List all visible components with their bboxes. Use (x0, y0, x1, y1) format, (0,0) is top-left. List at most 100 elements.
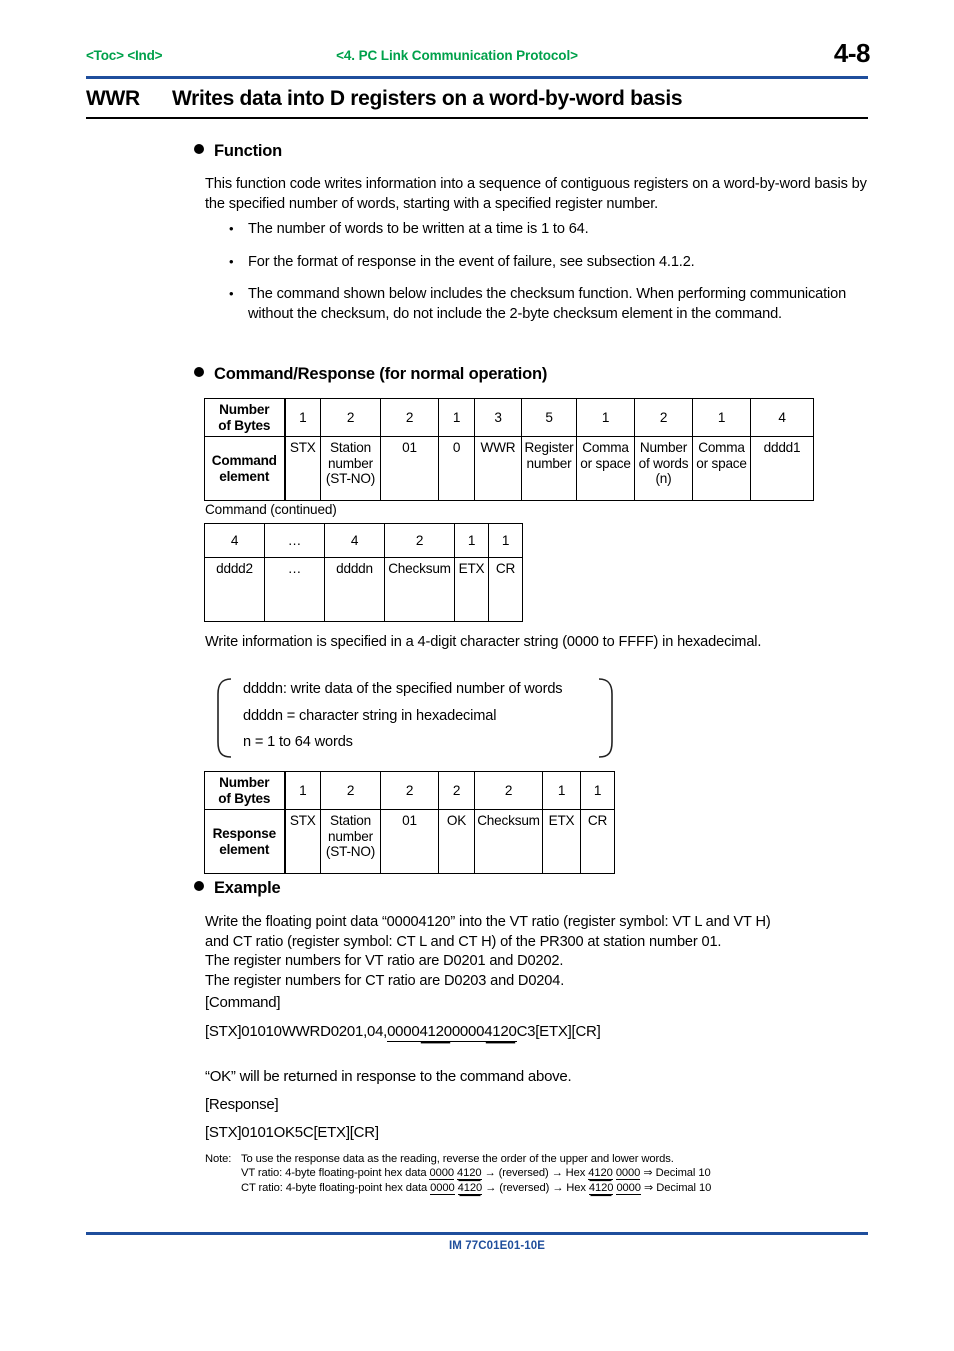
element-cell: Station number (ST-NO) (320, 436, 381, 501)
table-row: dddd2 … ddddn Checksum ETX CR (204, 557, 523, 622)
bytes-cell: … (264, 523, 325, 558)
page-number: 4-8 (833, 38, 871, 68)
footer-rule (86, 1232, 868, 1235)
row-label-response-element: Response element (204, 809, 286, 874)
element-cell: STX (284, 436, 321, 501)
element-cell: Checksum (384, 557, 455, 622)
brace-line: n = 1 to 64 words (243, 734, 353, 750)
bytes-cell: 2 (384, 523, 455, 558)
command-response-heading: Command/Response (for normal operation) (194, 365, 547, 384)
list-item: For the format of response in the event … (226, 252, 871, 273)
element-cell: dddd1 (750, 436, 814, 501)
element-cell: Checksum (474, 809, 543, 874)
example-line: Write the floating point data “00004120”… (205, 914, 771, 930)
ct-hex-lower: 0000 (430, 1181, 455, 1195)
list-item: The command shown below includes the che… (226, 284, 871, 324)
note-block: Note: To use the response data as the re… (205, 1152, 905, 1195)
document-page: <Toc> <Ind> <4. PC Link Communication Pr… (0, 0, 954, 1351)
element-cell: … (264, 557, 325, 622)
chapter-title: <4. PC Link Communication Protocol> (336, 48, 578, 63)
function-heading: Function (194, 142, 282, 161)
bullet-dot-icon (194, 881, 204, 891)
command-continued-caption: Command (continued) (205, 502, 337, 517)
note-ct-line: CT ratio: 4-byte floating-point hex data… (241, 1181, 905, 1195)
section-heading: WWR Writes data into D registers on a wor… (86, 87, 868, 111)
bytes-cell: 4 (204, 523, 265, 558)
bytes-cell: 1 (284, 771, 321, 810)
bytes-cell: 1 (488, 523, 523, 558)
bytes-cell: 4 (324, 523, 385, 558)
element-cell: Number of words (n) (634, 436, 693, 501)
header-rule (86, 76, 868, 79)
element-cell: Station number (ST-NO) (320, 809, 381, 874)
element-cell: CR (488, 557, 523, 622)
vt-prefix: VT ratio: 4-byte floating-point hex data (241, 1167, 430, 1180)
example-line: and CT ratio (register symbol: CT L and … (205, 933, 722, 950)
note-text: To use the response data as the reading,… (241, 1153, 674, 1165)
row-label-number-of-bytes: Number of Bytes (204, 771, 286, 810)
vt-suffix: ⇒ Decimal 10 (640, 1167, 711, 1180)
bytes-cell: 2 (320, 771, 381, 810)
vt-hex-upper: 4120 (457, 1167, 482, 1181)
table-row: Number of Bytes 1 2 2 1 3 5 1 2 1 4 (204, 398, 814, 437)
element-cell: 0 (438, 436, 475, 501)
bytes-cell: 2 (634, 398, 693, 437)
ct-hex-upper-reversed: 4120 (588, 1181, 614, 1195)
ct-mid: → (reversed) → Hex (482, 1181, 589, 1194)
element-cell: OK (438, 809, 475, 874)
ct-prefix: CT ratio: 4-byte floating-point hex data (241, 1181, 431, 1194)
command-suffix: C3[ETX][CR] (516, 1023, 601, 1040)
note-vt-line: VT ratio: 4-byte floating-point hex data… (241, 1166, 905, 1181)
bytes-cell: 2 (474, 771, 543, 810)
example-line: The register numbers for VT ratio are D0… (205, 953, 564, 970)
element-cell: ETX (542, 809, 581, 874)
element-cell: Comma or space (576, 436, 635, 501)
command-segment-upper-2: 4120 (484, 1023, 517, 1042)
element-cell: STX (284, 809, 321, 874)
response-format-table: Number of Bytes 1 2 2 2 2 1 1 Response e… (204, 771, 615, 874)
row-label-number-of-bytes: Number of Bytes (204, 398, 286, 437)
bytes-cell: 5 (521, 398, 577, 437)
command-format-table: Number of Bytes 1 2 2 1 3 5 1 2 1 4 Comm… (204, 398, 814, 501)
function-heading-label: Function (214, 142, 283, 160)
bytes-cell: 2 (380, 771, 439, 810)
element-cell: WWR (474, 436, 522, 501)
vt-hex-upper-reversed: 4120 (588, 1167, 613, 1181)
function-paragraph: This function code writes information in… (205, 176, 867, 212)
bytes-cell: 2 (438, 771, 475, 810)
bytes-cell: 1 (580, 771, 615, 810)
bytes-cell: 3 (474, 398, 522, 437)
command-segment-upper-1: 4120 (419, 1023, 452, 1042)
running-header: <Toc> <Ind> <4. PC Link Communication Pr… (86, 38, 871, 72)
element-cell: CR (580, 809, 615, 874)
element-cell: Register number (521, 436, 577, 501)
ct-suffix: ⇒ Decimal 10 (640, 1181, 712, 1194)
table-row: Command element STX Station number (ST-N… (204, 436, 814, 501)
brace-line: ddddn: write data of the specified numbe… (243, 681, 563, 697)
example-heading: Example (194, 879, 281, 898)
bytes-cell: 2 (320, 398, 381, 437)
table-row: Response element STX Station number (ST-… (204, 809, 615, 874)
command-segment-lower-1: 0000 (387, 1023, 420, 1042)
bullet-dot-icon (194, 367, 204, 377)
table-row: 4 … 4 2 1 1 (204, 523, 523, 558)
list-item: The number of words to be written at a t… (226, 219, 871, 240)
note-first-line: Note: To use the response data as the re… (205, 1152, 905, 1166)
ct-hex-lower-reversed: 0000 (616, 1181, 641, 1195)
bytes-cell: 1 (692, 398, 751, 437)
ok-response-note: “OK” will be returned in response to the… (205, 1068, 572, 1085)
command-prefix: [STX]01010WWRD0201,04, (205, 1023, 388, 1040)
command-label: [Command] (205, 994, 281, 1011)
bytes-cell: 1 (542, 771, 581, 810)
table-row: Number of Bytes 1 2 2 2 2 1 1 (204, 771, 615, 810)
brace-lines: ddddn: write data of the specified numbe… (243, 676, 563, 756)
element-cell: Comma or space (692, 436, 751, 501)
response-label: [Response] (205, 1096, 279, 1113)
vt-mid: → (reversed) → Hex (481, 1167, 589, 1180)
example-line: The register numbers for CT ratio are D0… (205, 972, 565, 989)
element-cell: dddd2 (204, 557, 265, 622)
example-paragraph: Write the floating point data “00004120”… (205, 913, 905, 991)
example-command-string: [STX]01010WWRD0201,04,0000412000004120C3… (205, 1023, 601, 1042)
section-rule (86, 117, 868, 119)
bytes-cell: 1 (454, 523, 489, 558)
